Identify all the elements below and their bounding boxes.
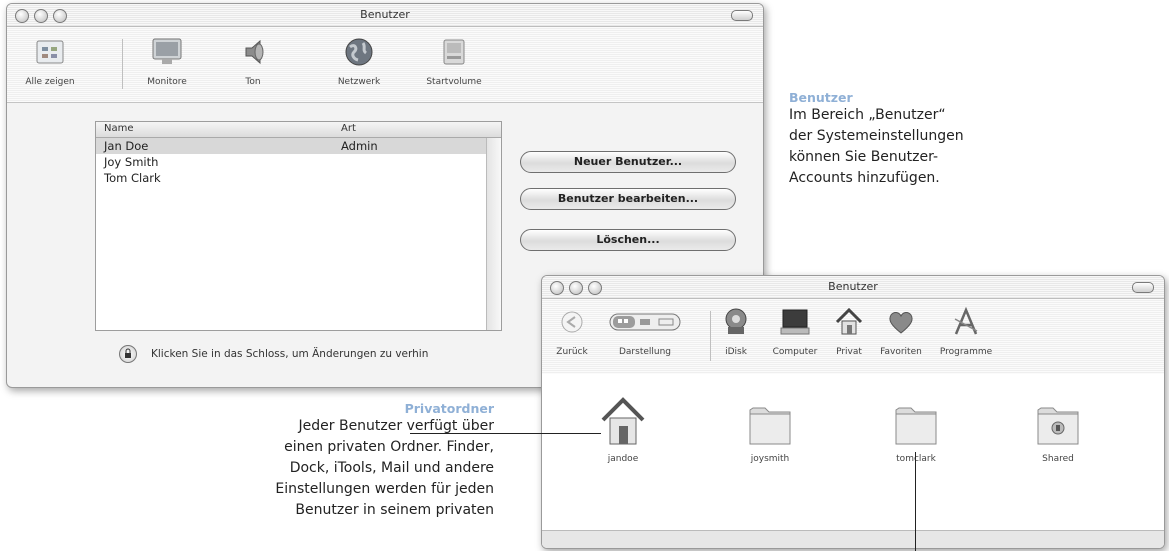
lock-row: Klicken Sie in das Schloss, um Änderunge…	[119, 345, 428, 363]
toolbar-label: Darstellung	[618, 347, 672, 357]
toolbar-separator	[122, 39, 123, 89]
toolbar-label: Monitore	[147, 77, 187, 87]
finder-icon-view: jandoe joysmith tomclark Shared	[542, 374, 1164, 548]
toolbar-label: Zurück	[556, 347, 588, 357]
window-title: Benutzer	[360, 8, 410, 21]
folder-item-shared[interactable]: Shared	[1018, 394, 1098, 464]
annotation-benutzer: Benutzer Im Bereich „Benutzer“ der Syste…	[789, 90, 1029, 189]
annotation-line: können Sie Benutzer-	[789, 149, 939, 165]
callout-line-privatordner	[410, 433, 601, 434]
toolbar-monitore[interactable]: Monitore	[132, 37, 202, 87]
monitor-icon	[150, 37, 184, 67]
toolbar-show-all[interactable]: Alle zeigen	[15, 37, 85, 87]
title-bar[interactable]: Benutzer	[542, 276, 1164, 299]
user-name: Jan Doe	[104, 139, 149, 153]
column-header-type[interactable]: Art	[341, 123, 356, 134]
user-list-table[interactable]: Name Art Jan Doe Admin Joy Smith Tom Cla…	[95, 121, 502, 331]
user-type: Admin	[341, 139, 378, 153]
finder-toolbar: Zurück Darstellung iDisk Computer Privat…	[542, 299, 1164, 375]
toolbar-ton[interactable]: Ton	[218, 37, 288, 87]
table-row[interactable]: Tom Clark	[96, 170, 501, 186]
new-user-button[interactable]: Neuer Benutzer...	[520, 151, 736, 173]
lock-icon[interactable]	[119, 345, 137, 363]
toolbar-toggle-button[interactable]	[1132, 282, 1154, 293]
finder-window: Benutzer Zurück Darstellung iDisk Comput…	[541, 275, 1165, 549]
shared-folder-icon	[1018, 394, 1098, 446]
table-header: Name Art	[96, 122, 501, 138]
toolbar-favorites[interactable]: Favoriten	[872, 307, 930, 357]
annotation-line: einen privaten Ordner. Finder,	[284, 439, 494, 455]
folder-icon	[876, 394, 956, 446]
home-icon	[832, 307, 866, 337]
annotation-title: Privatordner	[404, 401, 494, 416]
toolbar-label: Computer	[772, 347, 818, 357]
edit-user-button[interactable]: Benutzer bearbeiten...	[520, 188, 736, 210]
toolbar-label: Startvolume	[426, 77, 482, 87]
table-row[interactable]: Jan Doe Admin	[96, 138, 501, 154]
toolbar-toggle-button[interactable]	[731, 10, 753, 21]
toolbar-view-mode[interactable]: Darstellung	[600, 307, 690, 357]
user-name: Tom Clark	[104, 171, 161, 185]
toolbar-label: Alle zeigen	[25, 77, 75, 87]
folder-item-joysmith[interactable]: joysmith	[730, 394, 810, 464]
back-arrow-icon	[555, 307, 589, 337]
folder-label: jandoe	[607, 454, 639, 464]
startup-disk-icon	[437, 37, 471, 67]
toolbar-back[interactable]: Zurück	[542, 307, 602, 357]
home-folder-icon	[583, 394, 663, 446]
folder-item-jandoe[interactable]: jandoe	[583, 394, 663, 464]
user-name: Joy Smith	[104, 155, 159, 169]
toolbar-applications[interactable]: Programme	[928, 307, 1004, 357]
speaker-icon	[236, 37, 270, 67]
callout-line-tomclark	[915, 452, 916, 551]
prefs-toolbar: Alle zeigen Monitore Ton Netzwerk Startv…	[7, 27, 763, 103]
annotation-line: Accounts hinzufügen.	[789, 170, 940, 186]
folder-item-tomclark[interactable]: tomclark	[876, 394, 956, 464]
favorites-heart-icon	[884, 307, 918, 337]
toolbar-label: Privat	[836, 347, 862, 357]
folder-label: Shared	[1042, 454, 1074, 464]
annotation-line: Im Bereich „Benutzer“	[789, 107, 946, 123]
toolbar-startvolume[interactable]: Startvolume	[419, 37, 489, 87]
toolbar-label: iDisk	[725, 347, 747, 357]
idisk-icon	[719, 307, 753, 337]
annotation-title: Benutzer	[789, 90, 853, 105]
folder-label: joysmith	[750, 454, 790, 464]
annotation-line: Dock, iTools, Mail und andere	[289, 460, 494, 476]
toolbar-label: Programme	[939, 347, 993, 357]
annotation-privatordner: Privatordner Jeder Benutzer verfügt über…	[130, 401, 494, 521]
computer-icon	[778, 307, 812, 337]
annotation-line: Benutzer in seinem privaten	[295, 502, 494, 518]
annotation-line: der Systemeinstellungen	[789, 128, 964, 144]
lock-hint-text: Klicken Sie in das Schloss, um Änderunge…	[151, 348, 429, 360]
show-all-icon	[33, 37, 67, 67]
column-header-name[interactable]: Name	[104, 123, 134, 134]
vertical-scrollbar[interactable]	[486, 138, 501, 330]
window-title: Benutzer	[828, 280, 878, 293]
table-row[interactable]: Joy Smith	[96, 154, 501, 170]
finder-status-bar	[542, 530, 1164, 548]
applications-icon	[949, 307, 983, 337]
toolbar-label: Netzwerk	[337, 77, 381, 87]
toolbar-home[interactable]: Privat	[824, 307, 874, 357]
toolbar-computer[interactable]: Computer	[763, 307, 827, 357]
network-globe-icon	[342, 37, 376, 67]
toolbar-label: Ton	[245, 77, 261, 87]
view-mode-icon	[608, 307, 682, 337]
annotation-line: Einstellungen werden für jeden	[275, 481, 494, 497]
folder-label: tomclark	[896, 454, 936, 464]
toolbar-label: Favoriten	[880, 347, 922, 357]
title-bar[interactable]: Benutzer	[7, 4, 763, 27]
delete-user-button[interactable]: Löschen...	[520, 229, 736, 251]
toolbar-netzwerk[interactable]: Netzwerk	[324, 37, 394, 87]
toolbar-idisk[interactable]: iDisk	[708, 307, 764, 357]
folder-icon	[730, 394, 810, 446]
